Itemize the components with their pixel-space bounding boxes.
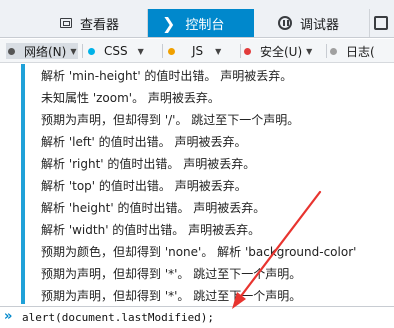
tab-inspector-label: 查看器 [80, 17, 120, 33]
console-message[interactable]: 解析 'right' 的值时出错。 声明被丢弃。 [0, 152, 394, 174]
chevron-down-icon: ▼ [306, 46, 313, 56]
tab-debugger-label: 调试器 [300, 17, 340, 33]
message-text: 解析 'left' 的值时出错。 声明被丢弃。 [41, 135, 247, 149]
warning-marker [21, 64, 25, 86]
console-message[interactable]: 未知属性 'zoom'。 声明被丢弃。 [0, 86, 394, 108]
tab-inspector[interactable]: 查看器 [0, 9, 148, 37]
filter-css-label: CSS [104, 44, 128, 58]
inspector-icon [60, 18, 72, 28]
tab-debugger[interactable]: 调试器 [254, 9, 370, 37]
warning-marker [21, 218, 25, 240]
filter-security-label: 安全(U) [260, 44, 303, 59]
warning-marker [21, 130, 25, 152]
chevron-down-icon: ▼ [215, 46, 222, 56]
filter-divider [82, 44, 83, 58]
filter-log-button[interactable]: 日志( [330, 43, 394, 59]
security-dot-icon [244, 47, 251, 55]
warning-marker [21, 108, 25, 130]
warning-marker [21, 240, 25, 262]
overflow-panel-icon [374, 16, 388, 30]
chevron-down-icon: ▼ [137, 46, 144, 56]
warning-marker [21, 174, 25, 196]
js-dot-icon [168, 47, 175, 55]
console-message[interactable]: 预期为声明，但却得到 '/'。 跳过至下一个声明。 [0, 108, 394, 130]
log-dot-icon [330, 47, 337, 55]
warning-marker [21, 86, 25, 108]
message-text: 预期为颜色，但却得到 'none'。 解析 'background-color' [41, 245, 357, 259]
console-message[interactable]: 预期为声明，但却得到 '*'。 跳过至下一个声明。 [0, 284, 394, 304]
debugger-pause-icon [278, 16, 292, 30]
message-text: 解析 'height' 的值时出错。 声明被丢弃。 [41, 201, 266, 215]
warning-marker [21, 284, 25, 304]
console-message[interactable]: 预期为声明，但却得到 '*'。 跳过至下一个声明。 [0, 262, 394, 284]
filter-divider [326, 44, 327, 58]
filter-log-label: 日志( [346, 44, 375, 59]
filter-js-label: JS [192, 44, 204, 58]
filter-js-button[interactable]: JS ▼ [168, 43, 234, 59]
console-message[interactable]: 解析 'top' 的值时出错。 声明被丢弃。 [0, 174, 394, 196]
console-message[interactable]: 解析 'width' 的值时出错。 声明被丢弃。 [0, 218, 394, 240]
devtools-tab-bar: 查看器 ❯ 控制台 调试器 [0, 0, 394, 38]
console-input[interactable]: alert(document.lastModified); [22, 311, 214, 324]
message-text: 解析 'min-height' 的值时出错。 声明被丢弃。 [41, 69, 293, 83]
warning-marker [21, 262, 25, 284]
console-message-list: 解析 'min-height' 的值时出错。 声明被丢弃。 未知属性 'zoom… [0, 64, 394, 304]
console-message[interactable]: 预期为颜色，但却得到 'none'。 解析 'background-color' [0, 240, 394, 262]
filter-net-button[interactable]: 网络(N) ▼ [6, 43, 78, 59]
css-dot-icon [88, 47, 95, 55]
tab-console[interactable]: ❯ 控制台 [148, 9, 254, 37]
console-chevron-icon: ❯ [162, 13, 176, 33]
prompt-chevron-icon: » [4, 309, 13, 324]
warning-marker [21, 196, 25, 218]
filter-security-button[interactable]: 安全(U) ▼ [244, 43, 324, 59]
message-text: 预期为声明，但却得到 '/'。 跳过至下一个声明。 [41, 113, 300, 127]
net-dot-icon [8, 47, 15, 55]
console-message[interactable]: 解析 'min-height' 的值时出错。 声明被丢弃。 [0, 64, 394, 86]
filter-net-label: 网络(N) [24, 44, 67, 59]
filter-divider [162, 44, 163, 58]
tab-console-label: 控制台 [185, 17, 225, 33]
console-message[interactable]: 解析 'height' 的值时出错。 声明被丢弃。 [0, 196, 394, 218]
message-text: 未知属性 'zoom'。 声明被丢弃。 [41, 91, 220, 105]
filter-divider [240, 44, 241, 58]
message-text: 预期为声明，但却得到 '*'。 跳过至下一个声明。 [41, 267, 302, 281]
message-text: 预期为声明，但却得到 '*'。 跳过至下一个声明。 [41, 289, 302, 303]
message-text: 解析 'right' 的值时出错。 声明被丢弃。 [41, 157, 256, 171]
tab-more[interactable] [370, 9, 394, 37]
warning-marker [21, 152, 25, 174]
filter-css-button[interactable]: CSS ▼ [88, 43, 148, 59]
console-input-line[interactable]: » alert(document.lastModified); [0, 306, 394, 328]
message-text: 解析 'top' 的值时出错。 声明被丢弃。 [41, 179, 247, 193]
console-message[interactable]: 解析 'left' 的值时出错。 声明被丢弃。 [0, 130, 394, 152]
chevron-down-icon: ▼ [70, 46, 77, 56]
message-text: 解析 'width' 的值时出错。 声明被丢弃。 [41, 223, 261, 237]
console-filter-bar: 网络(N) ▼ CSS ▼ JS ▼ 安全(U) ▼ 日志( [0, 39, 394, 63]
